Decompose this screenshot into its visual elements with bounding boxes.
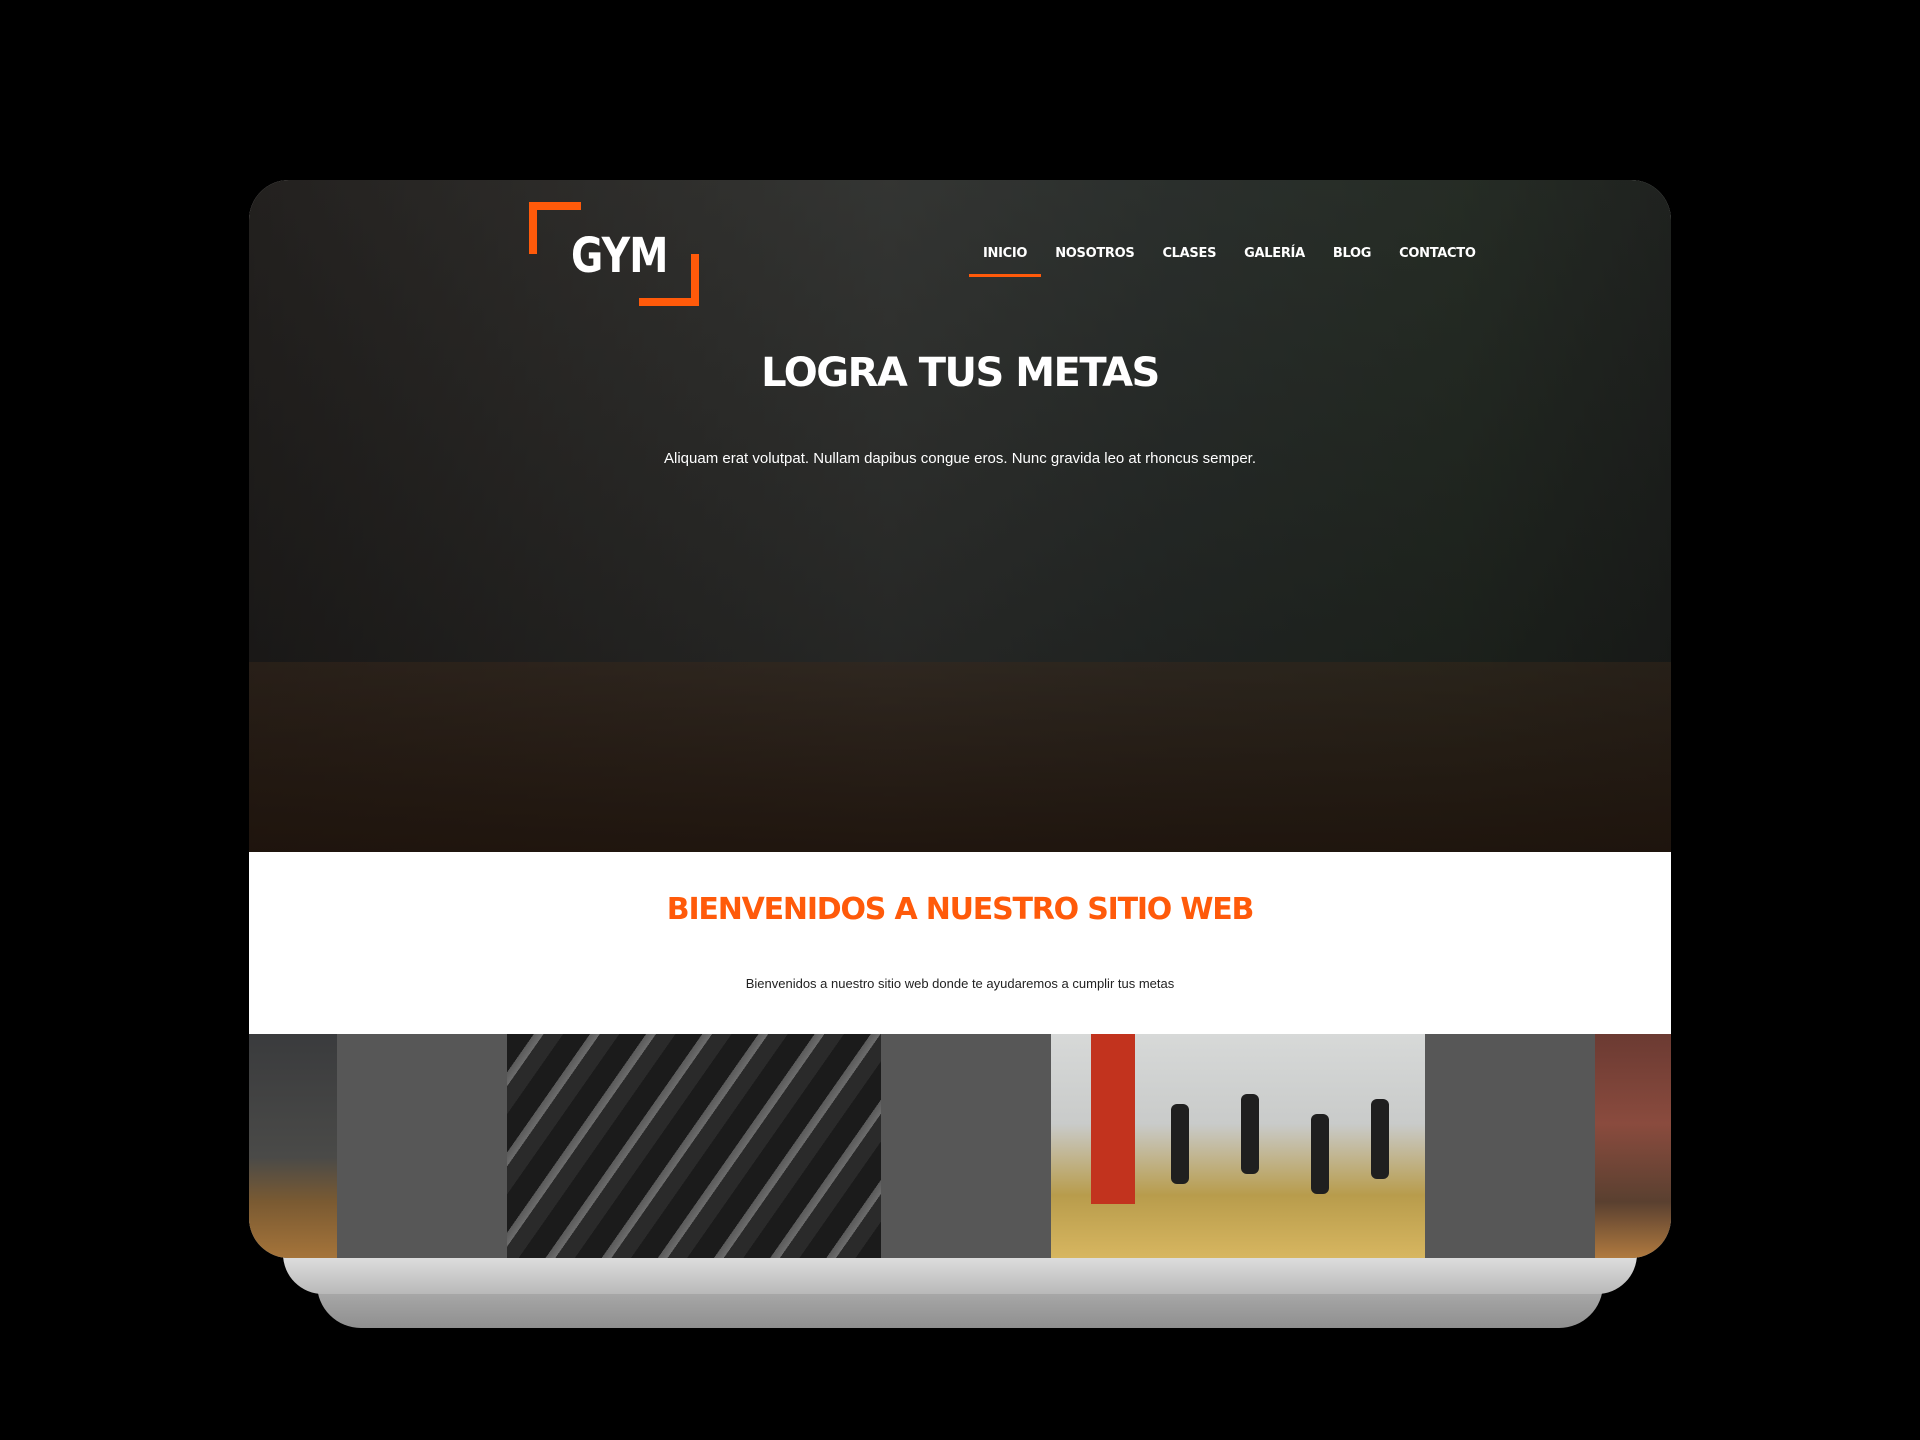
gallery-gap <box>1425 1034 1595 1258</box>
red-wall-shape <box>1091 1034 1135 1204</box>
hero-title: LOGRA TUS METAS <box>761 350 1160 396</box>
welcome-title: BIENVENIDOS A NUESTRO SITIO WEB <box>666 892 1255 927</box>
gallery-image-spin-bikes[interactable] <box>1051 1034 1425 1258</box>
nav-item-contacto[interactable]: CONTACTO <box>1385 240 1489 277</box>
hero-section: GYM INICIO NOSOTROS CLASES GALERÍA BLOG … <box>249 180 1671 852</box>
gallery-image-weight-machines[interactable] <box>1595 1034 1671 1258</box>
nav-item-galeria[interactable]: GALERÍA <box>1230 240 1319 277</box>
nav-item-nosotros[interactable]: NOSOTROS <box>1041 240 1148 277</box>
gallery-gap <box>881 1034 1051 1258</box>
bike-shape <box>1311 1114 1329 1194</box>
gym-logo[interactable]: GYM <box>529 202 699 306</box>
bike-shape <box>1371 1099 1389 1179</box>
logo-text: GYM <box>571 228 668 284</box>
welcome-text: Bienvenidos a nuestro sitio web donde te… <box>745 976 1175 991</box>
device-screen: GYM INICIO NOSOTROS CLASES GALERÍA BLOG … <box>249 180 1671 1258</box>
gallery-image-gym-floor[interactable] <box>249 1034 337 1258</box>
hero-background-floor <box>249 662 1671 852</box>
bike-shape <box>1241 1094 1259 1174</box>
welcome-section: BIENVENIDOS A NUESTRO SITIO WEB Bienveni… <box>249 852 1671 1034</box>
nav-item-clases[interactable]: CLASES <box>1148 240 1230 277</box>
gallery-image-dumbbells[interactable] <box>507 1034 881 1258</box>
bike-shape <box>1171 1104 1189 1184</box>
nav-item-inicio[interactable]: INICIO <box>969 240 1042 277</box>
nav-item-blog[interactable]: BLOG <box>1319 240 1385 277</box>
main-nav: INICIO NOSOTROS CLASES GALERÍA BLOG CONT… <box>969 240 1490 277</box>
gallery-strip <box>249 1034 1671 1258</box>
gallery-gap <box>337 1034 507 1258</box>
hero-subtitle: Aliquam erat volutpat. Nullam dapibus co… <box>664 450 1256 467</box>
